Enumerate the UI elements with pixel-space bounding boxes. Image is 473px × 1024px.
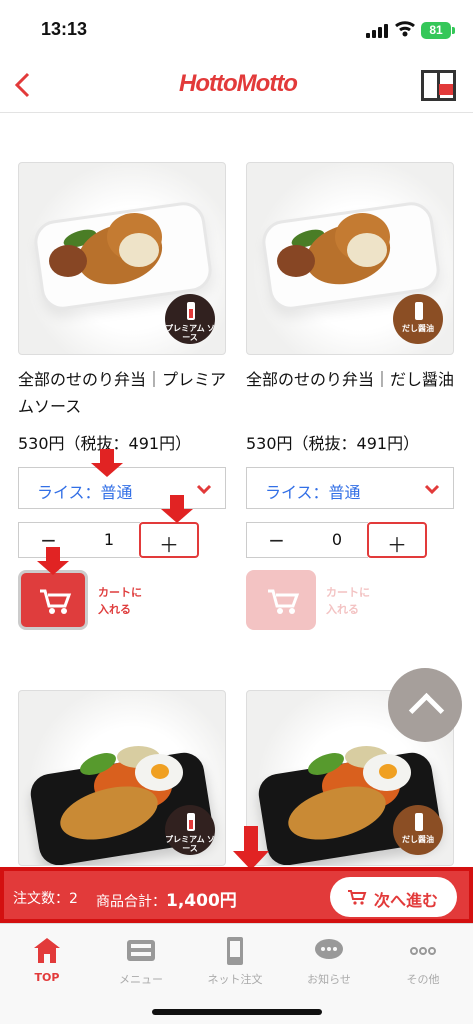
message-icon <box>315 939 343 959</box>
back-chevron-icon[interactable] <box>8 69 36 101</box>
scroll-to-top-button[interactable] <box>388 668 462 742</box>
hotto-motto-menu-screen: 13:13 81 HottoMotto プレミアム ソース 全部のせのり弁当｜プ… <box>0 0 473 1024</box>
quantity-value: 1 <box>78 522 140 558</box>
cellular-signal-icon <box>366 24 388 38</box>
tartar-sauce <box>119 233 159 267</box>
add-to-cart-button[interactable] <box>246 570 316 630</box>
home-indicator <box>152 1009 322 1015</box>
order-count: 注文数：2 <box>13 891 78 907</box>
increase-quantity-button[interactable]: ＋ <box>367 522 427 558</box>
instruction-arrow-icon <box>233 826 269 870</box>
quantity-value: 0 <box>306 522 368 558</box>
tab-top[interactable]: TOP <box>0 929 94 994</box>
product-price: 530円（税抜：491円） <box>18 434 192 453</box>
battery-icon: 81 <box>421 22 455 39</box>
fried-chicken <box>49 245 87 277</box>
dashi-soy-badge-icon: だし醤油 <box>393 294 443 344</box>
tab-other[interactable]: その他 <box>376 929 470 994</box>
brand-logo: HottoMotto <box>179 70 298 97</box>
add-to-cart-button[interactable] <box>18 570 88 630</box>
tartar-sauce <box>347 233 387 267</box>
bento-image: だし醤油 <box>246 162 454 355</box>
order-total: 商品合計：1,400円 <box>96 886 237 911</box>
order-total-value: 1,400円 <box>166 891 237 911</box>
minus-icon: − <box>268 528 285 552</box>
product-name: 全部のせのり弁当｜だし醤油 <box>246 370 455 389</box>
tab-label: ネット注文 <box>207 973 263 986</box>
status-bar: 13:13 81 <box>0 0 473 56</box>
shopping-cart-icon <box>40 589 72 614</box>
next-step-button[interactable]: 次へ進む <box>330 877 457 917</box>
product-price: 530円（税抜：491円） <box>246 434 420 453</box>
next-step-label: 次へ進む <box>374 891 439 910</box>
order-total-label: 商品合計： <box>96 894 166 910</box>
tab-label: メニュー <box>119 973 163 986</box>
add-to-cart-label: カートに 入れる <box>326 587 370 616</box>
instruction-arrow-icon <box>37 547 69 577</box>
mobile-order-icon <box>227 937 243 965</box>
bento-image: プレミアム ソース <box>18 690 226 866</box>
chevron-down-icon <box>196 484 212 495</box>
plus-icon: ＋ <box>159 533 179 557</box>
add-to-cart-label: カートに 入れる <box>98 587 142 616</box>
home-icon <box>34 938 60 963</box>
tab-label: その他 <box>406 973 440 986</box>
shopping-cart-icon <box>348 890 367 905</box>
shopping-cart-icon <box>268 589 300 614</box>
product-name: 全部のせのり弁当｜プレミアムソース <box>18 370 227 416</box>
rice-size-value: ライス：普通 <box>265 483 361 502</box>
tab-label: お知らせ <box>307 973 351 986</box>
premium-sauce-badge-icon: プレミアム ソース <box>165 294 215 344</box>
increase-quantity-button[interactable]: ＋ <box>139 522 199 558</box>
tab-net-order[interactable]: ネット注文 <box>188 929 282 994</box>
premium-sauce-badge-icon: プレミアム ソース <box>165 805 215 855</box>
layout-toggle-icon[interactable] <box>421 70 456 101</box>
decrease-quantity-button[interactable]: − <box>246 522 306 558</box>
wifi-icon <box>395 21 415 37</box>
plus-icon: ＋ <box>387 533 407 557</box>
dashi-soy-badge-icon: だし醤油 <box>393 805 443 855</box>
fried-egg <box>135 754 183 791</box>
bento-menu-icon <box>127 940 155 961</box>
more-icon <box>410 947 436 955</box>
order-summary-bar: 注文数：2 商品合計：1,400円 次へ進む <box>0 867 473 923</box>
fried-egg <box>363 754 411 791</box>
status-time: 13:13 <box>41 19 88 39</box>
tab-label: TOP <box>34 971 60 984</box>
chevron-down-icon <box>424 484 440 495</box>
rice-size-value: ライス：普通 <box>37 483 133 502</box>
fried-chicken <box>277 245 315 277</box>
instruction-arrow-icon <box>161 495 193 525</box>
app-header: HottoMotto <box>0 58 473 113</box>
tab-menu[interactable]: メニュー <box>94 929 188 994</box>
instruction-arrow-icon <box>91 449 123 479</box>
tab-news[interactable]: お知らせ <box>282 929 376 994</box>
rice-size-select[interactable]: ライス：普通 <box>246 467 454 509</box>
bento-image: プレミアム ソース <box>18 162 226 355</box>
